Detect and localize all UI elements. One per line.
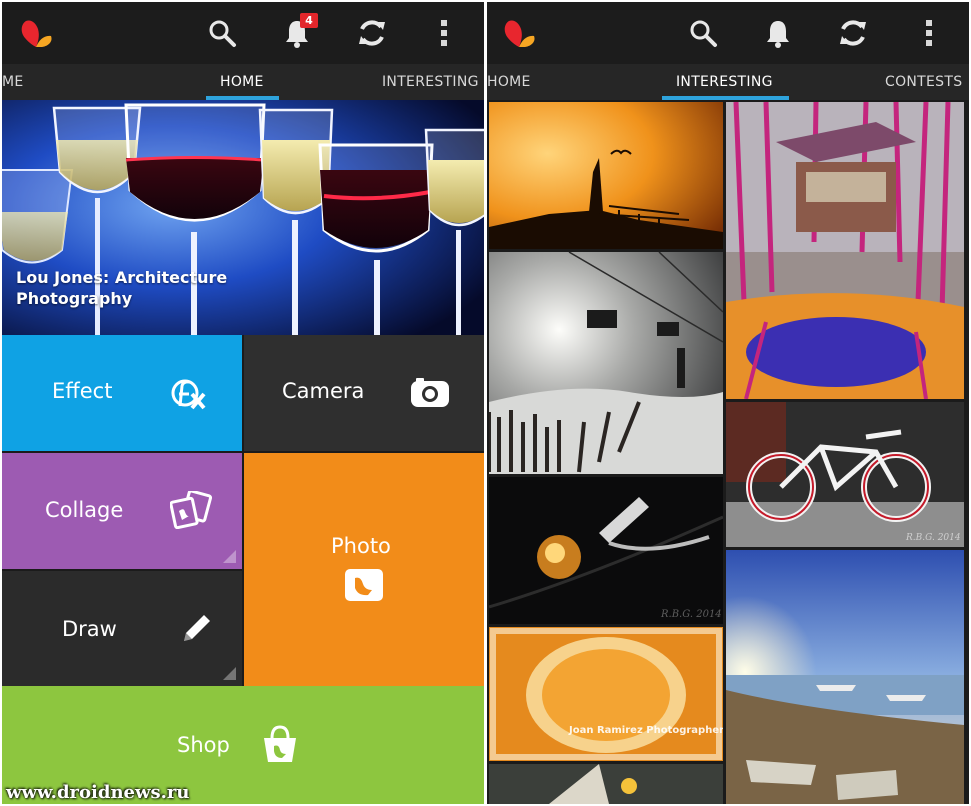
pink-trees-photo-image xyxy=(726,102,964,399)
photo-sunset-bird[interactable] xyxy=(489,102,723,249)
shop-bag-icon xyxy=(264,725,296,762)
app-logo-icon[interactable] xyxy=(503,18,537,48)
pencil-icon xyxy=(184,615,210,641)
active-tab-indicator xyxy=(662,96,789,100)
overflow-menu-icon xyxy=(926,20,932,46)
photo-orange-cup[interactable]: Joan Ramirez Photographer xyxy=(489,627,723,761)
camera-icon xyxy=(411,378,449,407)
notifications-button[interactable]: 4 xyxy=(278,13,318,52)
photo-label: Photo xyxy=(331,534,391,558)
notification-count-badge: 4 xyxy=(300,13,318,28)
orange-cup-caption: Joan Ramirez Photographer xyxy=(568,725,723,736)
right-phone-screen: HOME INTERESTING CONTESTS R.B.G. 2014 Jo… xyxy=(487,2,969,804)
search-icon xyxy=(690,20,717,47)
refresh-button[interactable] xyxy=(834,14,872,52)
overflow-menu-button[interactable] xyxy=(912,14,946,52)
featured-title: Lou Jones: Architecture Photography xyxy=(16,268,228,308)
collage-icon xyxy=(170,491,212,529)
camera-label: Camera xyxy=(282,379,365,403)
collage-corner-indicator xyxy=(223,550,236,563)
draw-corner-indicator xyxy=(223,667,236,680)
tab-interesting[interactable]: INTERESTING xyxy=(676,64,773,100)
effect-tile[interactable]: Effect xyxy=(2,335,242,451)
photo-icon xyxy=(345,569,383,601)
tab-home[interactable]: HOME xyxy=(487,64,531,100)
draw-tile[interactable]: Draw xyxy=(2,571,242,686)
photo-snow-bike[interactable]: R.B.G. 2014 xyxy=(726,402,964,547)
bell-signature: R.B.G. 2014 xyxy=(660,609,722,620)
site-watermark: www.droidnews.ru xyxy=(6,782,190,803)
bike-bell-photo-image: R.B.G. 2014 xyxy=(489,477,723,624)
effect-label: Effect xyxy=(52,379,113,403)
notifications-button[interactable] xyxy=(759,14,797,52)
tab-contests[interactable]: CONTESTS xyxy=(885,64,962,100)
app-logo-icon[interactable] xyxy=(20,18,54,48)
overflow-menu-icon xyxy=(441,20,447,46)
photo-pink-trees-hut[interactable] xyxy=(726,102,964,399)
draw-label: Draw xyxy=(62,617,117,641)
tab-home[interactable]: HOME xyxy=(220,64,264,100)
snow-bike-photo-image: R.B.G. 2014 xyxy=(726,402,964,547)
refresh-icon xyxy=(359,20,385,46)
collage-label: Collage xyxy=(45,498,124,522)
partial-photo-image xyxy=(489,764,723,804)
shop-label: Shop xyxy=(177,733,230,757)
camera-tile[interactable]: Camera xyxy=(244,335,484,451)
tab-bar: HOME INTERESTING CONTESTS xyxy=(487,64,969,100)
refresh-button[interactable] xyxy=(353,14,391,52)
bike-signature: R.B.G. 2014 xyxy=(905,533,961,543)
effect-fx-icon xyxy=(171,379,206,410)
search-icon xyxy=(209,20,236,47)
featured-banner[interactable]: Lou Jones: Architecture Photography xyxy=(2,100,484,335)
beach-boats-photo-image xyxy=(726,550,964,804)
search-button[interactable] xyxy=(684,14,722,52)
left-phone-screen: 4 ME HOME INTERESTING Lou Jones: Archite… xyxy=(2,2,484,804)
photo-beach-boats[interactable] xyxy=(726,550,964,804)
refresh-icon xyxy=(840,20,866,46)
sunset-photo-image xyxy=(489,102,723,249)
tab-me[interactable]: ME xyxy=(2,64,24,100)
bell-icon xyxy=(767,21,789,48)
action-bar xyxy=(487,2,969,64)
photo-tile[interactable]: Photo xyxy=(244,453,484,686)
photo-partial-bottom[interactable] xyxy=(489,764,723,804)
tab-bar: ME HOME INTERESTING xyxy=(2,64,484,100)
overflow-menu-button[interactable] xyxy=(427,14,461,52)
collage-tile[interactable]: Collage xyxy=(2,453,242,569)
photo-bike-bell[interactable]: R.B.G. 2014 xyxy=(489,477,723,624)
search-button[interactable] xyxy=(203,14,241,52)
orange-cup-photo-image: Joan Ramirez Photographer xyxy=(489,627,723,761)
action-bar: 4 xyxy=(2,2,484,64)
photo-ski-lift[interactable] xyxy=(489,252,723,474)
tab-interesting[interactable]: INTERESTING xyxy=(382,64,479,100)
ski-lift-photo-image xyxy=(489,252,723,474)
